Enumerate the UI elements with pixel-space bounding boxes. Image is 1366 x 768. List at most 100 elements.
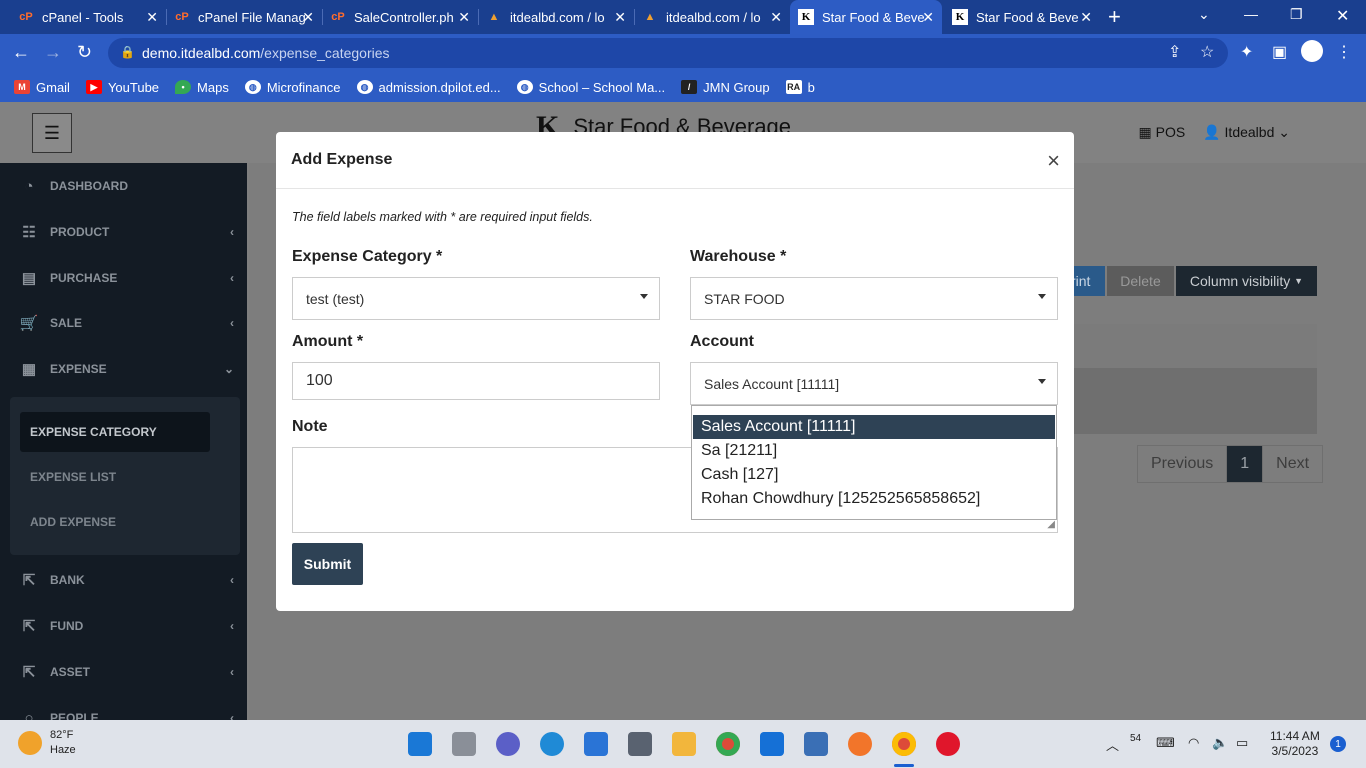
edge-icon[interactable] xyxy=(540,732,564,756)
browser-tab[interactable]: cP cPanel File Manag ✕ xyxy=(166,0,322,34)
close-tab-icon[interactable]: ✕ xyxy=(614,9,626,26)
account-option[interactable]: Sales Account [11111] xyxy=(693,415,1055,439)
task-view-icon[interactable] xyxy=(452,732,476,756)
weather-sun-icon xyxy=(18,731,42,755)
user-menu[interactable]: 👤 Itdealbd ⌄ xyxy=(1203,124,1290,141)
sidebar-item-expense[interactable]: ▦ EXPENSE ⌄ xyxy=(18,360,236,378)
chrome-icon[interactable] xyxy=(716,732,740,756)
bookmark-microfinance[interactable]: ◍ Microfinance xyxy=(244,80,341,95)
bookmark-star-icon[interactable]: ☆ xyxy=(1200,42,1214,62)
browser-tab-active[interactable]: K Star Food & Beve ✕ xyxy=(790,0,942,34)
firefox-icon[interactable] xyxy=(848,732,872,756)
volume-icon[interactable]: 🔈 xyxy=(1212,735,1228,751)
amount-input[interactable] xyxy=(292,362,660,400)
sidebar-item-add-expense[interactable]: ADD EXPENSE xyxy=(20,502,210,542)
sidebar-item-bank[interactable]: ⇱ BANK ‹ xyxy=(18,571,236,589)
sidebar-item-expense-list[interactable]: EXPENSE LIST xyxy=(20,457,210,497)
keyboard-icon[interactable]: ⌨ xyxy=(1156,735,1175,751)
account-select[interactable]: Sales Account [11111] xyxy=(690,362,1058,405)
print-button[interactable]: rint xyxy=(1069,266,1105,296)
page-1-button[interactable]: 1 xyxy=(1227,446,1264,482)
browser-tab[interactable]: cP cPanel - Tools ✕ xyxy=(10,0,166,34)
close-tab-icon[interactable]: ✕ xyxy=(1080,9,1092,26)
next-page-button[interactable]: Next xyxy=(1263,446,1322,482)
close-window-button[interactable]: ✕ xyxy=(1336,6,1349,26)
bookmark-b[interactable]: RA b xyxy=(785,80,815,95)
browser-tab[interactable]: ▲ itdealbd.com / lo ✕ xyxy=(634,0,790,34)
clock[interactable]: 11:44 AM 3/5/2023 xyxy=(1270,729,1320,759)
phpmyadmin-icon: ▲ xyxy=(488,11,500,23)
extensions-icon[interactable]: ✦ xyxy=(1240,42,1253,62)
sidebar-item-people[interactable]: ○ PEOPLE ‹ xyxy=(18,709,236,721)
cpanel-icon: cP xyxy=(331,11,345,23)
chrome-active-icon[interactable] xyxy=(892,732,916,756)
sidebar-item-asset[interactable]: ⇱ ASSET ‹ xyxy=(18,663,236,681)
pos-link[interactable]: ▦ POS xyxy=(1139,124,1186,141)
account-option[interactable]: Sa [21211] xyxy=(693,439,1055,463)
lock-icon[interactable]: 🔒 xyxy=(120,45,135,59)
previous-page-button[interactable]: Previous xyxy=(1138,446,1228,482)
expense-category-select[interactable]: test (test) xyxy=(292,277,660,320)
tray-badge[interactable]: 54 xyxy=(1130,733,1141,744)
sidebar-item-purchase[interactable]: ▤ PURCHASE ‹ xyxy=(18,269,236,287)
account-option[interactable]: Cash [127] xyxy=(693,463,1055,487)
battery-icon[interactable]: ▭ xyxy=(1236,735,1248,751)
start-icon[interactable] xyxy=(408,732,432,756)
tab-search-icon[interactable]: ⌄ xyxy=(1198,6,1210,23)
opera-icon[interactable] xyxy=(936,732,960,756)
browser-tab[interactable]: ▲ itdealbd.com / lo ✕ xyxy=(478,0,634,34)
resize-handle-icon[interactable]: ◢ xyxy=(1047,519,1055,530)
reload-button[interactable]: ↻ xyxy=(77,42,92,63)
modal-title: Add Expense xyxy=(291,151,393,168)
calculator-app-icon[interactable] xyxy=(628,732,652,756)
close-icon[interactable]: × xyxy=(1047,148,1060,174)
bookmark-maps[interactable]: • Maps xyxy=(175,80,229,95)
grid-icon: ▦ xyxy=(1138,124,1152,140)
submit-button[interactable]: Submit xyxy=(292,543,363,585)
active-app-indicator xyxy=(894,764,914,767)
delete-button[interactable]: Delete xyxy=(1107,266,1174,296)
bookmarks-bar: M Gmail ▶ YouTube • Maps ◍ Microfinance ◍ adm… xyxy=(0,72,1366,102)
close-tab-icon[interactable]: ✕ xyxy=(458,9,470,26)
column-visibility-button[interactable]: Column visibility ▼ xyxy=(1176,266,1317,296)
bookmark-admission[interactable]: ◍ admission.dpilot.ed... xyxy=(356,80,501,95)
minimize-button[interactable]: — xyxy=(1244,6,1258,22)
notification-badge[interactable]: 1 xyxy=(1330,736,1346,752)
close-tab-icon[interactable]: ✕ xyxy=(146,9,158,26)
menu-kebab-icon[interactable]: ⋮ xyxy=(1336,42,1352,62)
bookmark-gmail[interactable]: M Gmail xyxy=(14,80,70,95)
weather-widget[interactable]: 82°F Haze xyxy=(18,728,76,758)
bookmark-youtube[interactable]: ▶ YouTube xyxy=(85,80,159,95)
sidebar-item-dashboard[interactable]: ◔ DASHBOARD xyxy=(18,177,236,195)
share-icon[interactable]: ⇪ xyxy=(1168,42,1181,62)
browser-tab[interactable]: K Star Food & Beve ✕ xyxy=(944,0,1100,34)
hamburger-menu-icon[interactable]: ☰ xyxy=(32,113,72,153)
product-icon: ☷ xyxy=(22,224,36,241)
bookmark-school[interactable]: ◍ School – School Ma... xyxy=(516,80,665,95)
profile-avatar-icon[interactable] xyxy=(1301,40,1323,62)
back-button[interactable]: ← xyxy=(12,42,30,63)
maximize-button[interactable]: ❐ xyxy=(1290,6,1303,23)
app-icon[interactable] xyxy=(804,732,828,756)
bookmark-jmn-group[interactable]: / JMN Group xyxy=(681,80,770,95)
close-tab-icon[interactable]: ✕ xyxy=(302,9,314,26)
new-tab-button[interactable]: + xyxy=(1108,4,1121,30)
warehouse-select[interactable]: STAR FOOD xyxy=(690,277,1058,320)
mail-icon[interactable] xyxy=(760,732,784,756)
browser-tab[interactable]: cP SaleController.ph ✕ xyxy=(322,0,478,34)
sidebar-item-fund[interactable]: ⇱ FUND ‹ xyxy=(18,617,236,635)
account-option[interactable]: Rohan Chowdhury [125252565858652] xyxy=(693,487,1055,511)
close-tab-icon[interactable]: ✕ xyxy=(770,9,782,26)
chat-icon[interactable] xyxy=(496,732,520,756)
file-explorer-icon[interactable] xyxy=(672,732,696,756)
sidebar-item-product[interactable]: ☷ PRODUCT ‹ xyxy=(18,223,236,241)
side-panel-icon[interactable]: ▣ xyxy=(1272,42,1287,62)
forward-button[interactable]: → xyxy=(44,42,62,63)
close-tab-icon[interactable]: ✕ xyxy=(922,9,934,26)
store-icon[interactable] xyxy=(584,732,608,756)
sidebar-item-sale[interactable]: 🛒 SALE ‹ xyxy=(18,314,236,332)
address-bar[interactable]: 🔒 demo.itdealbd.com/expense_categories xyxy=(108,38,1228,68)
sidebar-item-expense-category[interactable]: EXPENSE CATEGORY xyxy=(20,412,210,452)
chevron-up-icon[interactable]: ︿ xyxy=(1106,735,1119,754)
wifi-icon[interactable]: ◠ xyxy=(1188,735,1199,751)
